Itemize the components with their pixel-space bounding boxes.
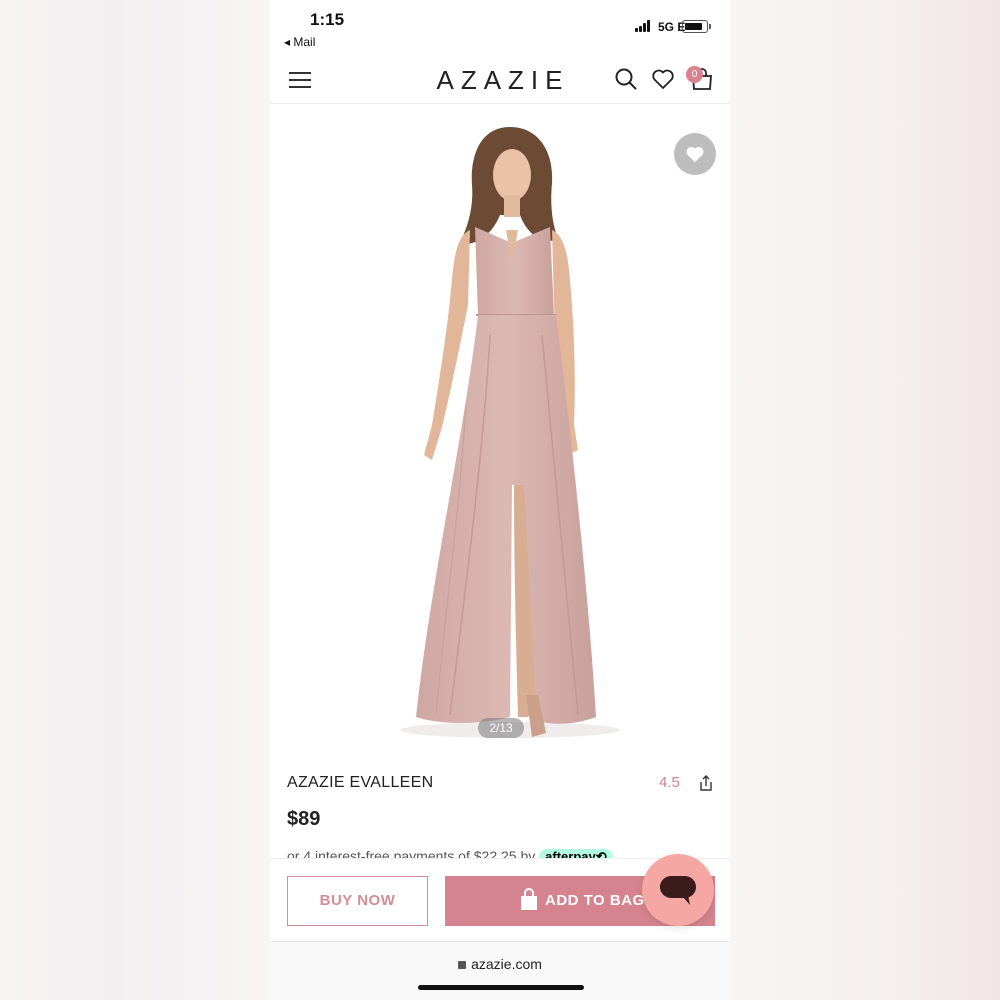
url-text: azazie.com bbox=[471, 956, 542, 972]
image-counter: 2/13 bbox=[478, 718, 524, 738]
status-bar: 1:15 ◂ Mail 5G E bbox=[270, 0, 730, 52]
heart-icon bbox=[686, 146, 704, 163]
chat-button[interactable] bbox=[642, 854, 714, 926]
wishlist-heart-icon[interactable] bbox=[651, 67, 675, 91]
product-photo bbox=[400, 127, 620, 738]
chat-bubble-icon bbox=[660, 876, 696, 905]
product-image-gallery[interactable]: 2/13 bbox=[270, 105, 730, 755]
product-price: $89 bbox=[287, 808, 321, 830]
home-indicator[interactable] bbox=[418, 985, 584, 990]
lock-icon bbox=[458, 961, 467, 969]
product-rating[interactable]: 4.5 bbox=[659, 774, 680, 791]
share-icon[interactable] bbox=[698, 774, 714, 792]
search-icon[interactable] bbox=[614, 67, 638, 91]
bag-icon bbox=[521, 888, 537, 910]
status-time: 1:15 bbox=[310, 10, 345, 29]
add-to-bag-label: ADD TO BAG bbox=[545, 892, 645, 909]
url-display[interactable]: azazie.com bbox=[270, 956, 730, 972]
back-to-mail-link[interactable]: ◂ Mail bbox=[284, 35, 315, 49]
favorite-button[interactable] bbox=[674, 133, 716, 175]
cart-count-badge: 0 bbox=[686, 66, 703, 83]
battery-icon bbox=[682, 20, 711, 33]
background-left bbox=[0, 0, 270, 1000]
phone-screen: 1:15 ◂ Mail 5G E AZAZIE 0 2/13 AZAZIE EV… bbox=[270, 0, 730, 1000]
buy-now-button[interactable]: BUY NOW bbox=[287, 876, 428, 926]
signal-icon bbox=[635, 20, 655, 32]
background-right bbox=[730, 0, 1000, 1000]
product-name: AZAZIE EVALLEEN bbox=[287, 774, 434, 791]
browser-url-bar[interactable]: azazie.com bbox=[270, 942, 730, 1000]
site-header: AZAZIE 0 bbox=[270, 56, 730, 104]
